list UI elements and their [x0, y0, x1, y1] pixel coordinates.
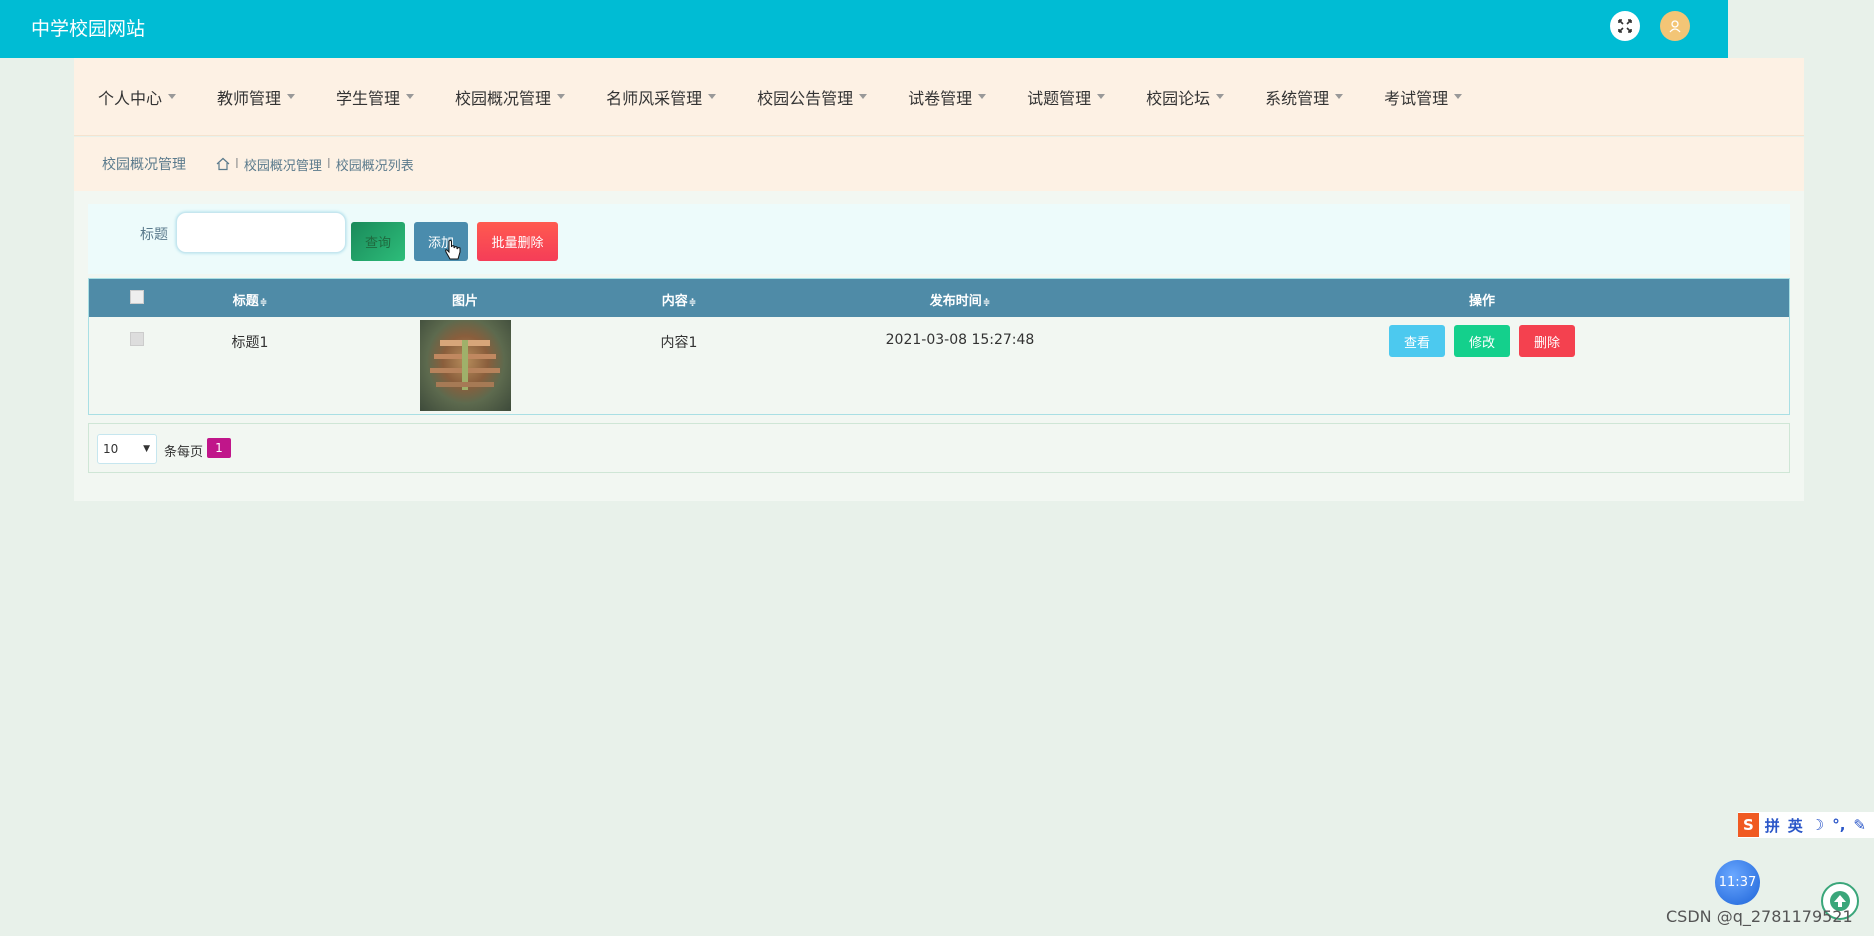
home-icon[interactable]	[216, 157, 230, 171]
caret-down-icon	[1454, 94, 1463, 99]
nav-label: 系统管理	[1265, 88, 1330, 108]
caret-down-icon	[1335, 94, 1344, 99]
nav-item-question-management[interactable]: 试题管理	[1027, 85, 1106, 109]
row-checkbox[interactable]	[130, 332, 144, 346]
search-button[interactable]: 查询	[351, 222, 405, 261]
punctuation-icon[interactable]: °,	[1832, 816, 1845, 834]
header-image: 图片	[451, 294, 479, 309]
batch-delete-button[interactable]: 批量删除	[477, 222, 558, 261]
dropdown-arrow-icon: ▼	[143, 444, 150, 454]
header-actions: 操作	[1468, 294, 1496, 309]
title-search-label: 标题	[140, 227, 168, 243]
cell-content: 内容1	[660, 335, 698, 351]
header-title[interactable]: 标题≑	[233, 290, 268, 309]
nav-label: 学生管理	[336, 88, 401, 108]
caret-down-icon	[557, 94, 566, 99]
thumbnail-detail	[436, 382, 494, 387]
view-button[interactable]: 查看	[1389, 325, 1445, 357]
delete-button[interactable]: 删除	[1519, 325, 1575, 357]
sort-icon: ≑	[982, 298, 991, 308]
page-size-value: 10	[103, 442, 119, 456]
clock-widget: 11:37	[1715, 860, 1760, 905]
header-label: 标题	[232, 294, 259, 309]
nav-item-forum[interactable]: 校园论坛	[1146, 85, 1225, 109]
pagination: 10 ▼ 条每页 1	[88, 423, 1790, 473]
nav-label: 试卷管理	[908, 88, 973, 108]
nav-item-teacher-management[interactable]: 教师管理	[217, 85, 296, 109]
fullscreen-icon	[1618, 19, 1632, 33]
breadcrumb-item-current: 校园概况列表	[335, 158, 414, 174]
nav-item-student-management[interactable]: 学生管理	[336, 85, 415, 109]
caret-down-icon	[978, 94, 987, 99]
cell-publish-time: 2021-03-08 15:27:48	[885, 332, 1035, 348]
nav-label: 考试管理	[1384, 88, 1449, 108]
nav-item-paper-management[interactable]: 试卷管理	[908, 85, 987, 109]
cell-title: 标题1	[231, 335, 269, 351]
campus-thumbnail	[420, 320, 511, 411]
nav-label: 校园概况管理	[455, 88, 552, 108]
ime-pinyin[interactable]: 拼	[1765, 815, 1780, 836]
sort-icon: ≑	[688, 298, 697, 308]
breadcrumb-item[interactable]: 校园概况管理	[244, 155, 322, 174]
nav-label: 教师管理	[217, 88, 282, 108]
nav-item-campus-overview[interactable]: 校园概况管理	[455, 85, 566, 109]
caret-down-icon	[406, 94, 415, 99]
nav-label: 试题管理	[1027, 88, 1092, 108]
sort-icon: ≑	[259, 298, 268, 308]
nav-label: 个人中心	[98, 88, 163, 108]
page-size-select[interactable]: 10 ▼	[97, 434, 157, 464]
watermark: CSDN @q_2781179521	[1666, 907, 1853, 926]
hand-cursor-icon	[445, 240, 461, 260]
breadcrumb: I 校园概况管理 I 校园概况列表	[216, 155, 414, 174]
caret-down-icon	[1216, 94, 1225, 99]
main-nav: 个人中心 教师管理 学生管理 校园概况管理 名师风采管理 校园公告管理 试卷管理…	[74, 58, 1804, 136]
wrench-icon[interactable]: ✎	[1853, 816, 1866, 834]
ime-english[interactable]: 英	[1788, 815, 1803, 836]
caret-down-icon	[287, 94, 296, 99]
caret-down-icon	[1097, 94, 1106, 99]
caret-down-icon	[859, 94, 868, 99]
caret-down-icon	[168, 94, 177, 99]
nav-item-exam-management[interactable]: 考试管理	[1384, 85, 1463, 109]
nav-item-personal-center[interactable]: 个人中心	[98, 85, 177, 109]
header-publish-time[interactable]: 发布时间≑	[930, 290, 991, 309]
nav-label: 校园论坛	[1146, 88, 1211, 108]
site-title: 中学校园网站	[31, 18, 146, 40]
per-page-label: 条每页	[164, 445, 204, 460]
nav-item-system-management[interactable]: 系统管理	[1265, 85, 1344, 109]
user-icon	[1669, 20, 1681, 33]
nav-item-campus-notice[interactable]: 校园公告管理	[757, 85, 868, 109]
breadcrumb-bar: 校园概况管理 I 校园概况管理 I 校园概况列表	[74, 137, 1804, 191]
ime-toolbar[interactable]: S 拼 英 ☽ °, ✎	[1738, 812, 1874, 838]
page-number-current[interactable]: 1	[207, 438, 231, 458]
page-title: 校园概况管理	[102, 157, 186, 173]
breadcrumb-separator: I	[326, 156, 331, 172]
select-all-checkbox[interactable]	[130, 290, 144, 304]
fullscreen-button[interactable]	[1610, 11, 1640, 41]
header-label: 内容	[661, 294, 688, 309]
sogou-logo-icon: S	[1738, 813, 1759, 837]
moon-icon[interactable]: ☽	[1811, 816, 1824, 834]
caret-down-icon	[708, 94, 717, 99]
top-header-bar: 中学校园网站	[0, 0, 1728, 58]
header-content[interactable]: 内容≑	[662, 290, 697, 309]
title-search-input[interactable]	[176, 212, 346, 253]
table-header: 标题≑ 图片 内容≑ 发布时间≑ 操作	[89, 279, 1789, 317]
edit-button[interactable]: 修改	[1454, 325, 1510, 357]
header-label: 发布时间	[929, 294, 982, 309]
breadcrumb-separator: I	[235, 156, 239, 172]
nav-label: 名师风采管理	[606, 88, 703, 108]
nav-item-famous-teachers[interactable]: 名师风采管理	[606, 85, 717, 109]
avatar[interactable]	[1660, 11, 1690, 41]
nav-label: 校园公告管理	[757, 88, 854, 108]
